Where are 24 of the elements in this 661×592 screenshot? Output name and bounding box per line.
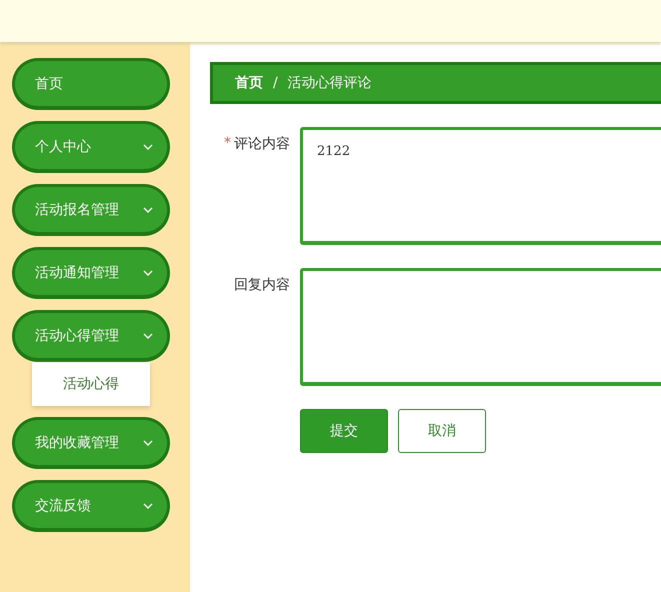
- textarea-field[interactable]: [300, 268, 661, 386]
- breadcrumb-link[interactable]: 首页: [235, 74, 263, 92]
- textarea-field[interactable]: 2122: [300, 127, 661, 245]
- required-mark: *: [224, 135, 231, 153]
- menu-item[interactable]: 活动报名管理: [12, 184, 170, 236]
- breadcrumb-current: 活动心得评论: [288, 74, 372, 92]
- menu-item[interactable]: 活动通知管理: [12, 247, 170, 299]
- submenu-item[interactable]: 活动心得: [32, 362, 150, 406]
- menu-item[interactable]: 活动心得管理: [12, 310, 170, 362]
- field-label: 回复内容: [234, 276, 290, 294]
- chevron-down-icon: [143, 502, 153, 508]
- breadcrumb-separator: /: [273, 75, 278, 91]
- chevron-down-icon: [143, 206, 153, 212]
- menu-item[interactable]: 首页: [12, 58, 170, 110]
- chevron-down-icon: [143, 270, 153, 276]
- chevron-down-icon: [143, 440, 153, 446]
- submit-button[interactable]: 提交: [300, 409, 388, 453]
- menu-item[interactable]: 我的收藏管理: [12, 417, 170, 469]
- field-label: 评论内容: [234, 135, 290, 153]
- cancel-button[interactable]: 取消: [398, 409, 486, 453]
- menu-item[interactable]: 个人中心: [12, 121, 170, 173]
- chevron-down-icon: [143, 144, 153, 150]
- menu-item[interactable]: 交流反馈: [12, 480, 170, 532]
- chevron-down-icon: [143, 332, 153, 338]
